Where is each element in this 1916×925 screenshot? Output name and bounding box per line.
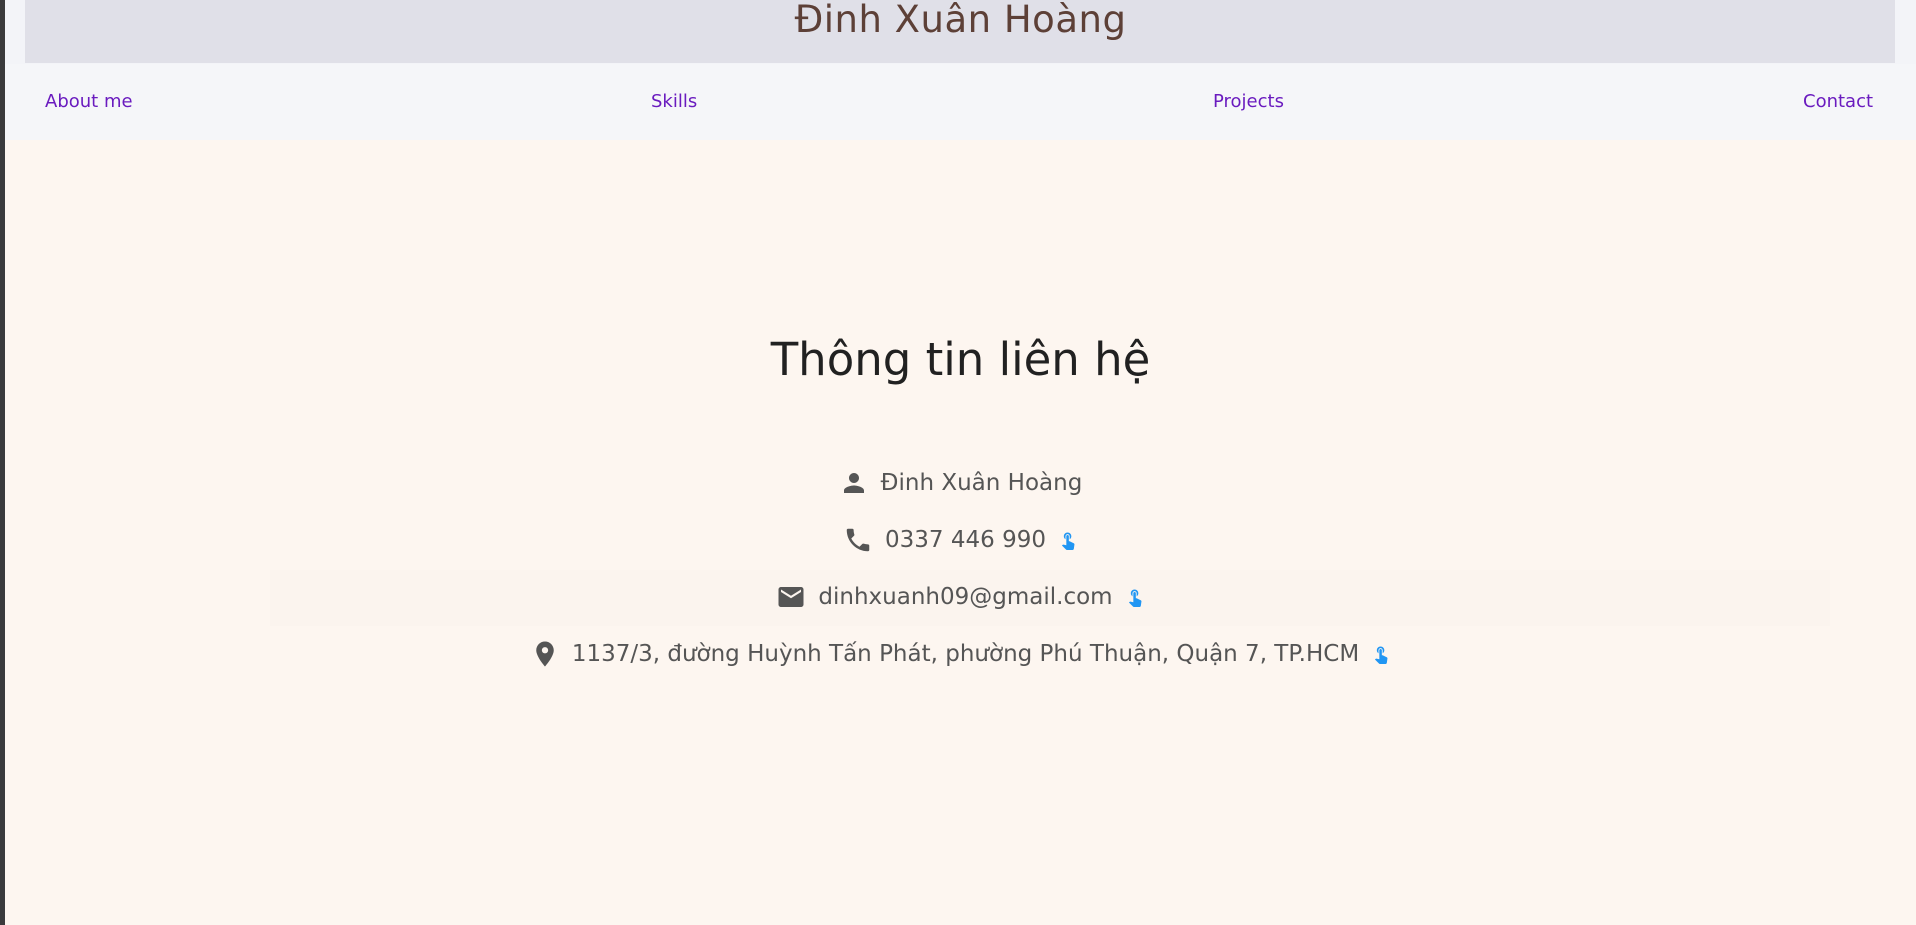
nav-contact[interactable]: Contact <box>1803 91 1873 112</box>
site-title: Đinh Xuân Hoàng <box>794 0 1127 41</box>
browser-viewport: Đinh Xuân Hoàng About me Skills Projects… <box>5 0 1916 925</box>
nav-projects[interactable]: Projects <box>1213 91 1284 112</box>
contact-phone[interactable]: 0337 446 990 <box>885 527 1046 553</box>
contact-name-row: Đinh Xuân Hoàng <box>5 463 1916 503</box>
person-icon <box>839 468 869 498</box>
contact-section: Thông tin liên hệ Đinh Xuân Hoàng 0337 4… <box>5 140 1916 925</box>
site-header: Đinh Xuân Hoàng <box>5 0 1916 64</box>
contact-email[interactable]: dinhxuanh09@gmail.com <box>818 584 1112 610</box>
section-title: Thông tin liên hệ <box>770 333 1151 386</box>
phone-icon <box>843 525 873 555</box>
tap-icon[interactable] <box>1371 644 1391 664</box>
nav-about-me[interactable]: About me <box>45 91 133 112</box>
location-pin-icon <box>530 639 560 669</box>
tap-icon[interactable] <box>1125 587 1145 607</box>
tap-icon[interactable] <box>1058 530 1078 550</box>
contact-address-row: 1137/3, đường Huỳnh Tấn Phát, phường Phú… <box>5 634 1916 674</box>
contact-phone-row: 0337 446 990 <box>5 520 1916 560</box>
contact-name: Đinh Xuân Hoàng <box>880 470 1083 496</box>
contact-address[interactable]: 1137/3, đường Huỳnh Tấn Phát, phường Phú… <box>572 641 1359 667</box>
top-nav: About me Skills Projects Contact <box>5 64 1916 140</box>
nav-skills[interactable]: Skills <box>651 91 697 112</box>
email-icon <box>776 582 806 612</box>
contact-email-row: dinhxuanh09@gmail.com <box>5 577 1916 617</box>
